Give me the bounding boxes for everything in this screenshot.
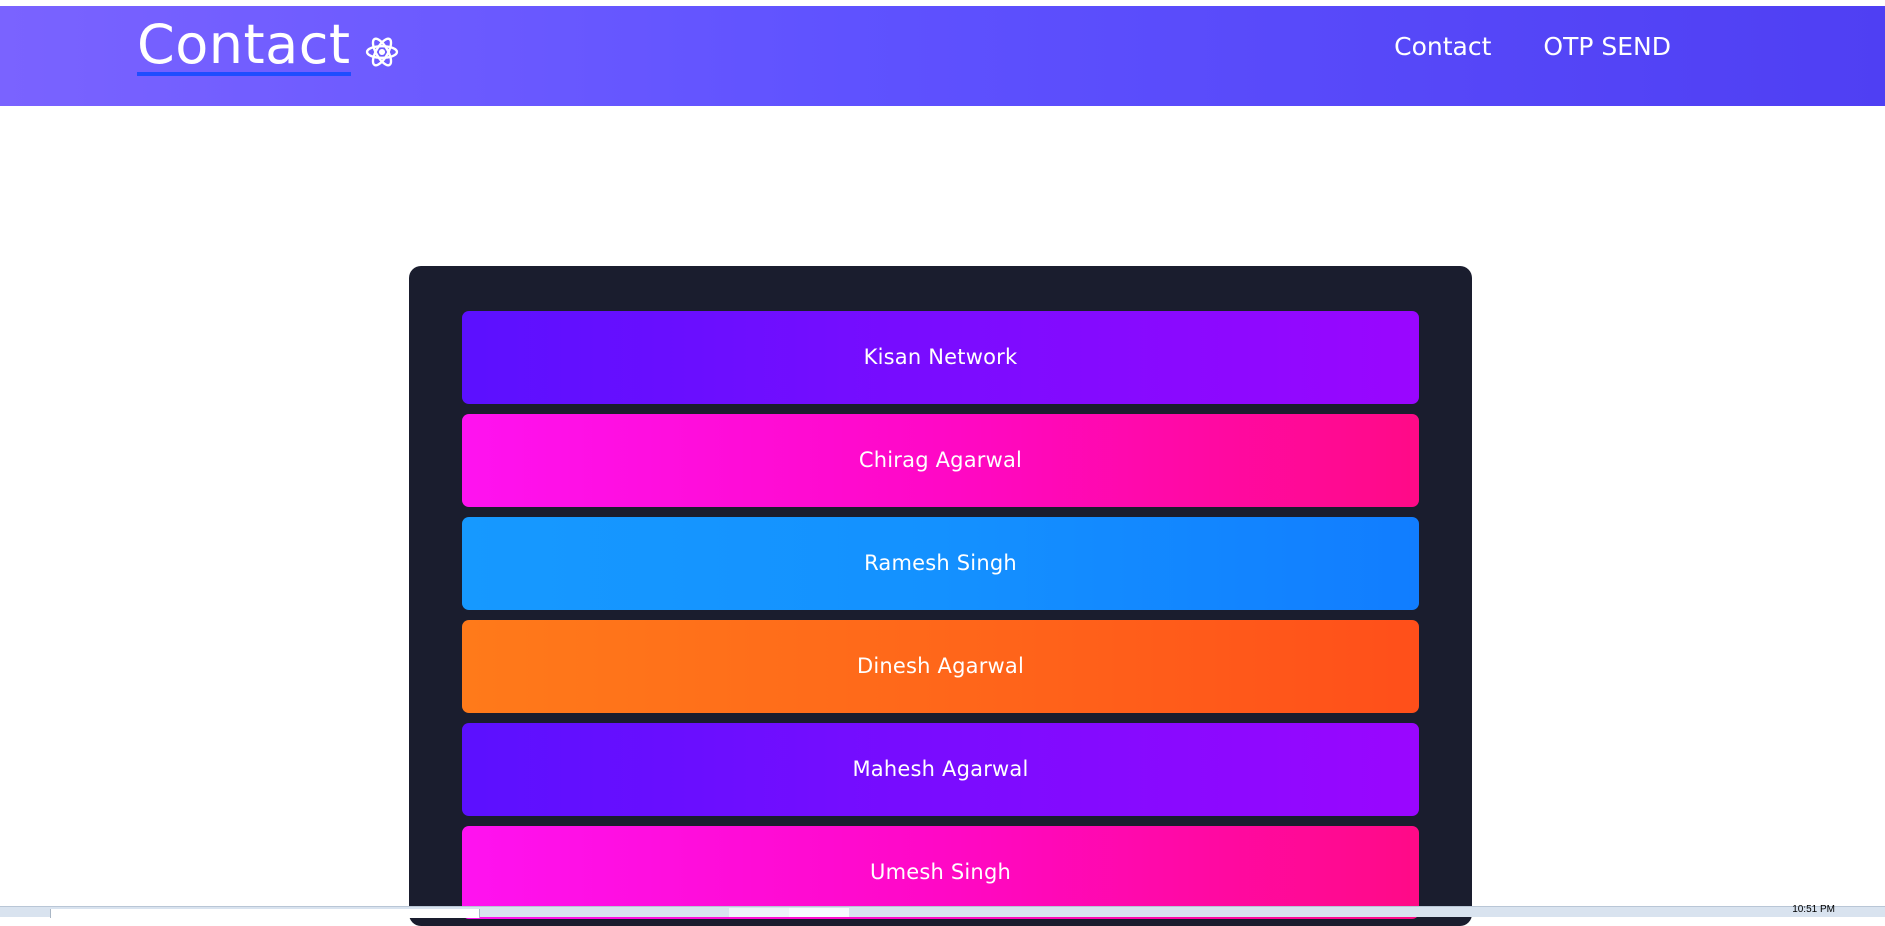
brand-title: Contact	[137, 13, 351, 76]
react-atom-icon	[365, 35, 399, 69]
contact-card-ramesh-singh[interactable]: Ramesh Singh	[462, 517, 1419, 610]
contacts-panel: Kisan Network Chirag Agarwal Ramesh Sing…	[409, 266, 1472, 926]
taskbar-app-tile[interactable]	[729, 908, 789, 917]
contact-card-kisan-network[interactable]: Kisan Network	[462, 311, 1419, 404]
contact-card-dinesh-agarwal[interactable]: Dinesh Agarwal	[462, 620, 1419, 713]
contact-card-chirag-agarwal[interactable]: Chirag Agarwal	[462, 414, 1419, 507]
taskbar-clock: 10:51 PM	[1792, 904, 1835, 915]
contact-card-mahesh-agarwal[interactable]: Mahesh Agarwal	[462, 723, 1419, 816]
brand-link[interactable]: Contact	[137, 18, 399, 76]
nav-link-contact[interactable]: Contact	[1394, 34, 1491, 59]
taskbar: 10:51 PM	[0, 904, 1885, 918]
taskbar-app-tile-active[interactable]	[789, 908, 849, 917]
contact-list: Kisan Network Chirag Agarwal Ramesh Sing…	[462, 311, 1419, 919]
nav-links: Contact OTP SEND	[1394, 34, 1671, 59]
nav-link-otp-send[interactable]: OTP SEND	[1543, 34, 1671, 59]
navbar: Contact Contact OTP SEND	[0, 6, 1885, 106]
